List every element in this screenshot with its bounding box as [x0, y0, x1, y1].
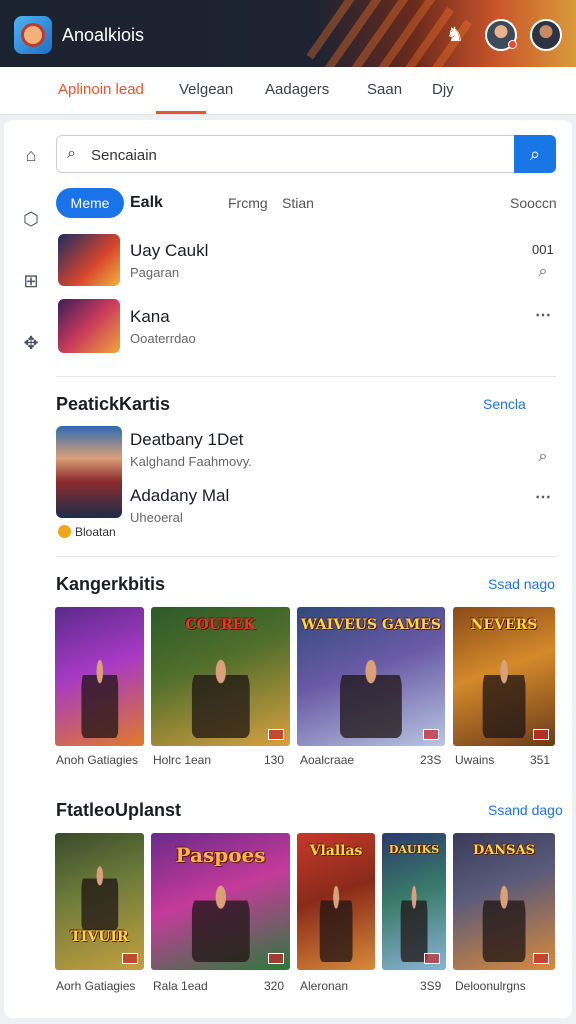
poster-caption: Anoh Gatiagies — [56, 753, 139, 767]
game-title[interactable]: Deatbany 1Det — [130, 430, 243, 450]
list-item-subtitle: Ooaterrdao — [130, 331, 196, 346]
section-title: Kangerkbitis — [56, 574, 166, 594]
section-link[interactable]: Ssand dago — [488, 802, 563, 818]
mask-icon[interactable]: ♞ — [442, 22, 468, 48]
list-item-thumbnail[interactable] — [58, 299, 120, 353]
coin-badge: Bloatan — [58, 525, 116, 539]
more-options-icon[interactable]: ⋯ — [532, 305, 554, 327]
puzzle-icon[interactable]: ✥ — [18, 330, 44, 356]
game-poster[interactable]: WAIVEUS GAMES — [297, 607, 445, 746]
filter-pill-active[interactable]: Meme — [56, 188, 124, 218]
list-item-thumbnail[interactable] — [58, 234, 120, 286]
tab-saan[interactable]: Saan — [367, 81, 402, 98]
tab-velgean[interactable]: Velgean — [179, 81, 233, 98]
search-icon[interactable]: ⌕ — [532, 446, 554, 468]
section-title: FtatleoUplanst — [56, 800, 182, 820]
filter-stian[interactable]: Stian — [282, 195, 314, 211]
filter-sooccn[interactable]: Sooccn — [510, 195, 557, 211]
tab-bar: Aplinoin lead Velgean Aadagers Saan Djy — [0, 67, 576, 115]
game-poster[interactable]: Paspoes — [151, 833, 290, 970]
section-title: PeatickKartis — [56, 394, 171, 414]
notification-dot — [508, 40, 517, 49]
list-item-title[interactable]: Kana — [130, 307, 170, 327]
home-icon[interactable]: ⌂ — [18, 142, 44, 168]
poster-count: 320 — [264, 979, 285, 993]
poster-caption: Uwains — [455, 753, 495, 767]
poster-count: 130 — [264, 753, 285, 767]
game-title[interactable]: Adadany Mal — [130, 486, 229, 506]
poster-caption: Aleronan — [300, 979, 349, 993]
game-poster[interactable]: DAUIKS — [382, 833, 446, 970]
divider — [56, 556, 556, 557]
poster-count: 3S9 — [420, 979, 442, 993]
game-poster[interactable] — [55, 607, 144, 746]
game-thumbnail[interactable] — [56, 426, 122, 518]
game-icon[interactable]: ⬡ — [18, 206, 44, 232]
avatar-user[interactable] — [485, 19, 517, 51]
tab-aplinoin[interactable]: Aplinoin lead — [58, 81, 144, 98]
game-poster[interactable]: TIVUIR — [55, 833, 144, 970]
game-poster[interactable]: DANSAS — [453, 833, 555, 970]
search-input[interactable] — [91, 142, 511, 168]
list-item-subtitle: Pagaran — [130, 265, 180, 280]
search-bar: ⌕ ⌕ — [56, 135, 556, 173]
list-item-title[interactable]: Uay Caukl — [130, 241, 208, 261]
more-options-icon[interactable]: ⋯ — [532, 487, 554, 509]
section-link[interactable]: Sencla — [483, 396, 526, 412]
active-tab-indicator — [156, 111, 206, 114]
tab-aadagers[interactable]: Aadagers — [265, 81, 329, 98]
logo-face-icon — [21, 23, 45, 47]
avatar-profile[interactable] — [530, 19, 562, 51]
main-card: ⌂ ⬡ ⊞ ✥ ⌕ ⌕ Meme Ealk Frcmg Stian Sooccn… — [4, 120, 572, 1018]
app-title: Anoalkiois — [62, 25, 145, 45]
game-poster[interactable]: NEVERS — [453, 607, 555, 746]
grid-icon[interactable]: ⊞ — [18, 268, 44, 294]
poster-caption: Deloonulrgns — [455, 979, 526, 993]
poster-caption: Aoalcraae — [300, 753, 355, 767]
section-link[interactable]: Ssad nago — [488, 576, 555, 592]
poster-caption: Holrc 1ean — [153, 753, 212, 767]
poster-caption: Aorh Gatiagies — [56, 979, 136, 993]
game-subtitle: Kalghand Faahmovy. — [130, 454, 252, 469]
poster-caption: Rala 1ead — [153, 979, 208, 993]
tab-djy[interactable]: Djy — [432, 81, 454, 98]
filter-frcmg[interactable]: Frcmg — [228, 195, 268, 211]
coin-icon — [58, 525, 71, 538]
app-logo[interactable] — [14, 16, 52, 54]
search-icon: ⌕ — [529, 144, 541, 164]
game-subtitle: Uheoeral — [130, 510, 183, 525]
search-magnifier-icon: ⌕ — [67, 145, 76, 162]
divider — [56, 376, 556, 377]
game-poster[interactable]: Vlallas — [297, 833, 375, 970]
poster-count: 23S — [420, 753, 442, 767]
filter-ealk[interactable]: Ealk — [130, 194, 163, 212]
list-item-count: 001 — [532, 242, 554, 257]
top-bar: Anoalkiois ♞ — [0, 0, 576, 67]
search-button[interactable]: ⌕ — [514, 135, 556, 173]
game-poster[interactable]: COUREK — [151, 607, 290, 746]
poster-count: 351 — [530, 753, 551, 767]
search-icon[interactable]: ⌕ — [532, 261, 554, 283]
